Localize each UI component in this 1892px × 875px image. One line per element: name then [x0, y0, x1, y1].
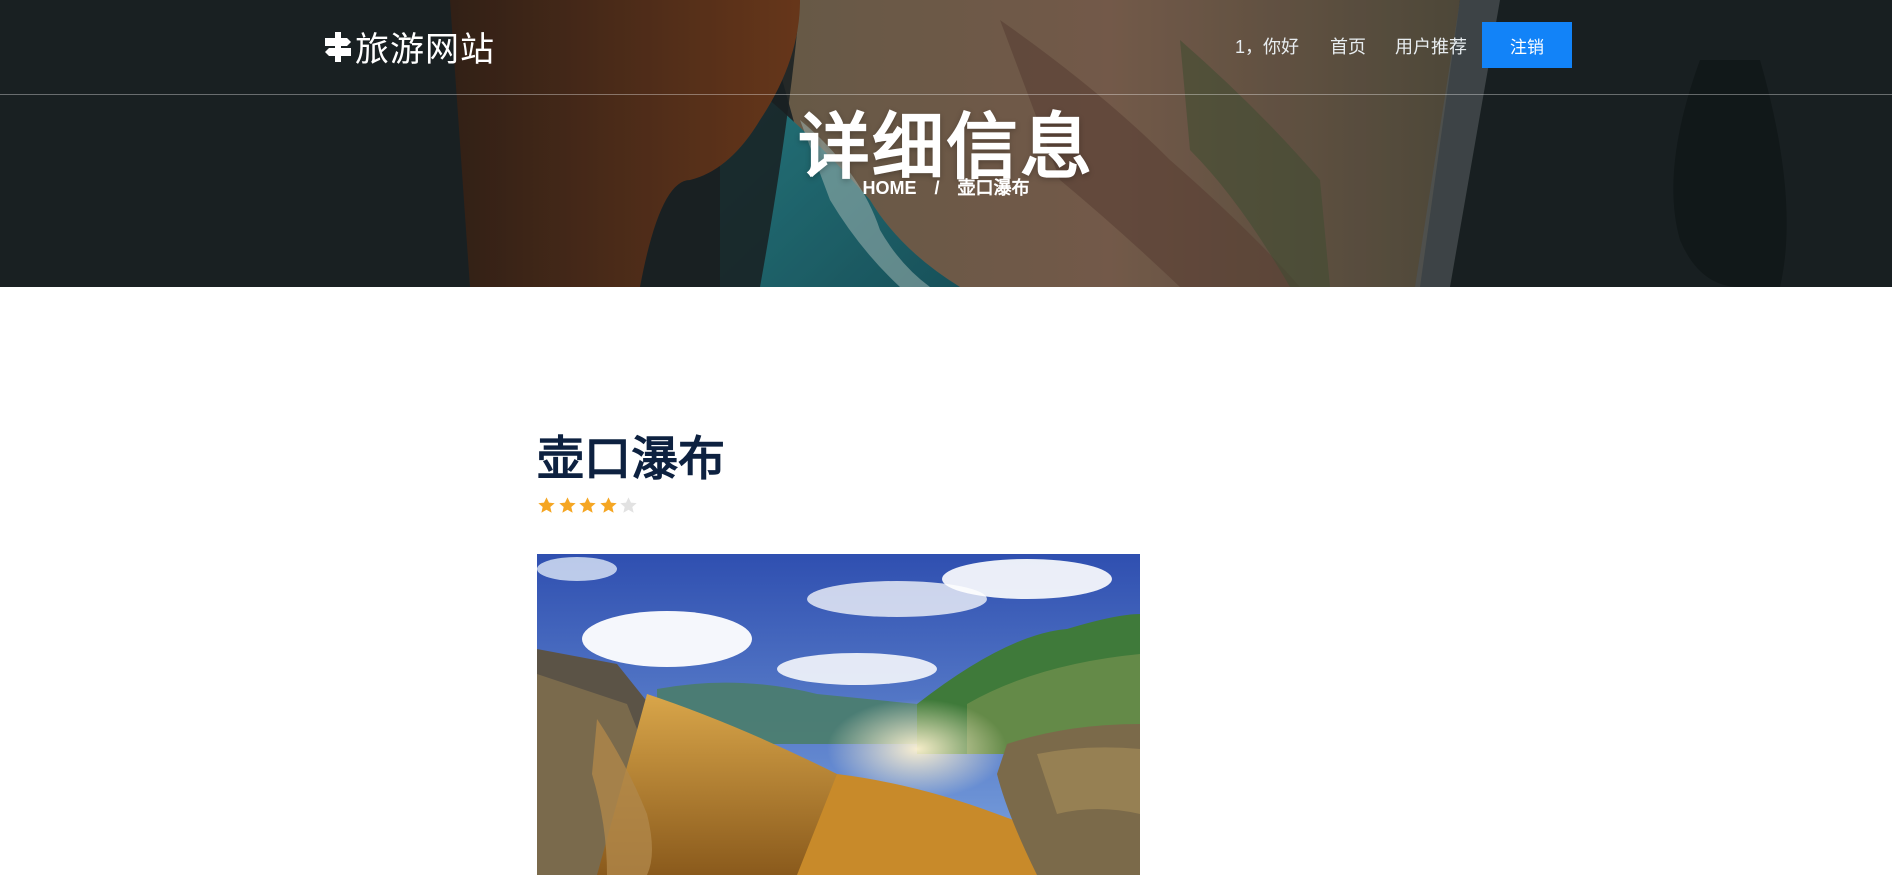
- star-filled-icon: [579, 497, 596, 513]
- breadcrumb-separator: /: [934, 178, 940, 198]
- waterfall-image: [537, 554, 1140, 875]
- attraction-photo: [537, 554, 1140, 875]
- top-navigation: 1，你好 首页 用户推荐 注销: [0, 22, 1892, 68]
- star-empty-icon: [620, 497, 637, 513]
- star-filled-icon: [558, 497, 576, 513]
- logout-button[interactable]: 注销: [1482, 22, 1572, 68]
- star-filled-icon: [599, 497, 617, 513]
- user-greeting: 1，你好: [1235, 37, 1300, 57]
- star-rating: [537, 496, 640, 515]
- attraction-title: 壶口瀑布: [537, 432, 725, 485]
- breadcrumb: HOME / 壶口瀑布: [0, 174, 1892, 200]
- hero-banner: 旅游网站 1，你好 首页 用户推荐 注销 详细信息 HOME / 壶口瀑布: [0, 0, 1892, 287]
- breadcrumb-current: 壶口瀑布: [957, 178, 1030, 198]
- nav-recommend-link[interactable]: 用户推荐: [1395, 33, 1467, 59]
- star-filled-icon: [538, 497, 555, 513]
- nav-home-link[interactable]: 首页: [1330, 33, 1366, 59]
- breadcrumb-home-link[interactable]: HOME: [862, 178, 916, 198]
